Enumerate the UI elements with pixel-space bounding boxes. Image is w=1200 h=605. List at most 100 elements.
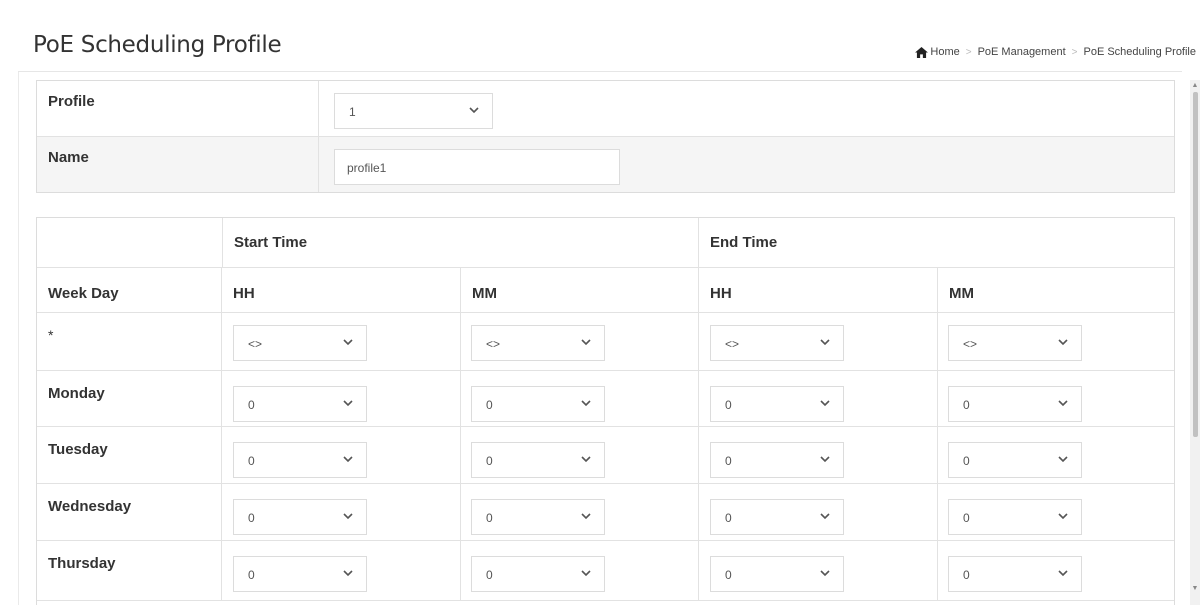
schedule-row: Tuesday 0 0 0 0 — [37, 427, 1174, 484]
name-label: Name — [37, 137, 319, 192]
weekday-cell: Tuesday — [37, 427, 222, 483]
start-mm-select[interactable]: 0 — [471, 556, 605, 592]
chevron-down-icon — [1058, 400, 1068, 407]
select-value: <> — [248, 337, 263, 351]
weekday-label: Tuesday — [48, 441, 108, 458]
chevron-down-icon — [1058, 456, 1068, 463]
start-hh-select[interactable]: 0 — [233, 556, 367, 592]
profile-select[interactable]: 1 — [334, 93, 493, 129]
schedule-row: * <> <> <> <> — [37, 313, 1174, 371]
start-hh-select[interactable]: <> — [233, 325, 367, 361]
select-value: 0 — [486, 398, 493, 412]
weekday-header: Week Day — [48, 285, 119, 302]
start-hh-header-cell: HH — [222, 268, 461, 312]
end-mm-header-cell: MM — [938, 268, 1174, 312]
end-mm-select[interactable]: 0 — [948, 386, 1082, 422]
end-hh-select[interactable]: 0 — [710, 556, 844, 592]
name-row: Name profile1 — [37, 137, 1174, 192]
end-hh-select[interactable]: 0 — [710, 386, 844, 422]
end-hh-select[interactable]: 0 — [710, 442, 844, 478]
chevron-down-icon — [820, 570, 830, 577]
end-mm-select[interactable]: 0 — [948, 442, 1082, 478]
weekday-header-cell: Week Day — [37, 268, 222, 312]
profile-select-value: 1 — [349, 105, 356, 119]
start-mm-select[interactable]: 0 — [471, 442, 605, 478]
start-hh-select[interactable]: 0 — [233, 442, 367, 478]
schedule-subheader-row: Week Day HH MM HH MM — [37, 268, 1174, 313]
chevron-down-icon — [343, 400, 353, 407]
schedule-table: Start Time End Time Week Day HH MM HH MM… — [36, 217, 1175, 605]
breadcrumb: Home > PoE Management > PoE Scheduling P… — [915, 46, 1196, 58]
weekday-label: * — [48, 327, 54, 343]
schedule-row: Monday 0 0 0 0 — [37, 371, 1174, 427]
start-mm-select[interactable]: 0 — [471, 386, 605, 422]
select-value: 0 — [486, 511, 493, 525]
end-hh-select[interactable]: 0 — [710, 499, 844, 535]
start-hh-select[interactable]: 0 — [233, 499, 367, 535]
schedule-row: Thursday 0 0 0 0 — [37, 541, 1174, 601]
select-value: <> — [725, 337, 740, 351]
start-hh-header: HH — [233, 285, 255, 302]
start-time-header-cell: Start Time — [222, 218, 699, 267]
end-mm-header: MM — [949, 285, 974, 302]
start-hh-select[interactable]: 0 — [233, 386, 367, 422]
select-value: 0 — [486, 568, 493, 582]
chevron-down-icon — [581, 339, 591, 346]
breadcrumb-separator: > — [965, 46, 972, 58]
name-cell: profile1 — [319, 137, 1174, 192]
chevron-down-icon — [1058, 570, 1068, 577]
select-value: 0 — [963, 568, 970, 582]
breadcrumb-home[interactable]: Home — [930, 46, 959, 58]
schedule-header-row: Start Time End Time — [37, 218, 1174, 268]
chevron-down-icon — [820, 339, 830, 346]
name-input[interactable]: profile1 — [334, 149, 620, 185]
content-border — [18, 72, 19, 605]
scroll-down-icon[interactable]: ▼ — [1191, 585, 1199, 593]
profile-label: Profile — [37, 81, 319, 136]
end-time-header: End Time — [710, 234, 778, 251]
select-value: 0 — [248, 568, 255, 582]
chevron-down-icon — [820, 513, 830, 520]
chevron-down-icon — [581, 456, 591, 463]
end-mm-select[interactable]: <> — [948, 325, 1082, 361]
chevron-down-icon — [820, 400, 830, 407]
select-value: <> — [963, 337, 978, 351]
select-value: 0 — [963, 454, 970, 468]
chevron-down-icon — [1058, 513, 1068, 520]
end-hh-select[interactable]: <> — [710, 325, 844, 361]
select-value: 0 — [725, 454, 732, 468]
profile-row: Profile 1 — [37, 81, 1174, 137]
end-mm-select[interactable]: 0 — [948, 499, 1082, 535]
breadcrumb-poe-management[interactable]: PoE Management — [978, 46, 1066, 58]
weekday-label: Thursday — [48, 555, 116, 572]
chevron-down-icon — [343, 339, 353, 346]
chevron-down-icon — [581, 570, 591, 577]
chevron-down-icon — [581, 513, 591, 520]
select-value: 0 — [486, 454, 493, 468]
select-value: 0 — [248, 511, 255, 525]
chevron-down-icon — [1058, 339, 1068, 346]
chevron-down-icon — [343, 456, 353, 463]
start-mm-select[interactable]: <> — [471, 325, 605, 361]
end-hh-header-cell: HH — [699, 268, 938, 312]
select-value: 0 — [963, 398, 970, 412]
select-value: 0 — [725, 568, 732, 582]
page-header: PoE Scheduling Profile Home > PoE Manage… — [18, 10, 1196, 72]
schedule-row: Wednesday 0 0 0 0 — [37, 484, 1174, 541]
profile-cell: 1 — [319, 81, 1174, 136]
select-value: 0 — [725, 511, 732, 525]
page-title: PoE Scheduling Profile — [33, 32, 282, 58]
home-icon — [915, 46, 929, 58]
weekday-cell: Monday — [37, 371, 222, 426]
weekday-label: Wednesday — [48, 498, 132, 515]
scrollbar-thumb[interactable] — [1193, 92, 1198, 437]
breadcrumb-separator: > — [1071, 46, 1078, 58]
weekday-cell: Wednesday — [37, 484, 222, 540]
weekday-cell: * — [37, 313, 222, 370]
header-blank — [37, 218, 222, 267]
breadcrumb-current: PoE Scheduling Profile — [1083, 46, 1196, 58]
end-mm-select[interactable]: 0 — [948, 556, 1082, 592]
chevron-down-icon — [343, 570, 353, 577]
start-mm-select[interactable]: 0 — [471, 499, 605, 535]
scroll-up-icon[interactable]: ▲ — [1191, 82, 1199, 90]
